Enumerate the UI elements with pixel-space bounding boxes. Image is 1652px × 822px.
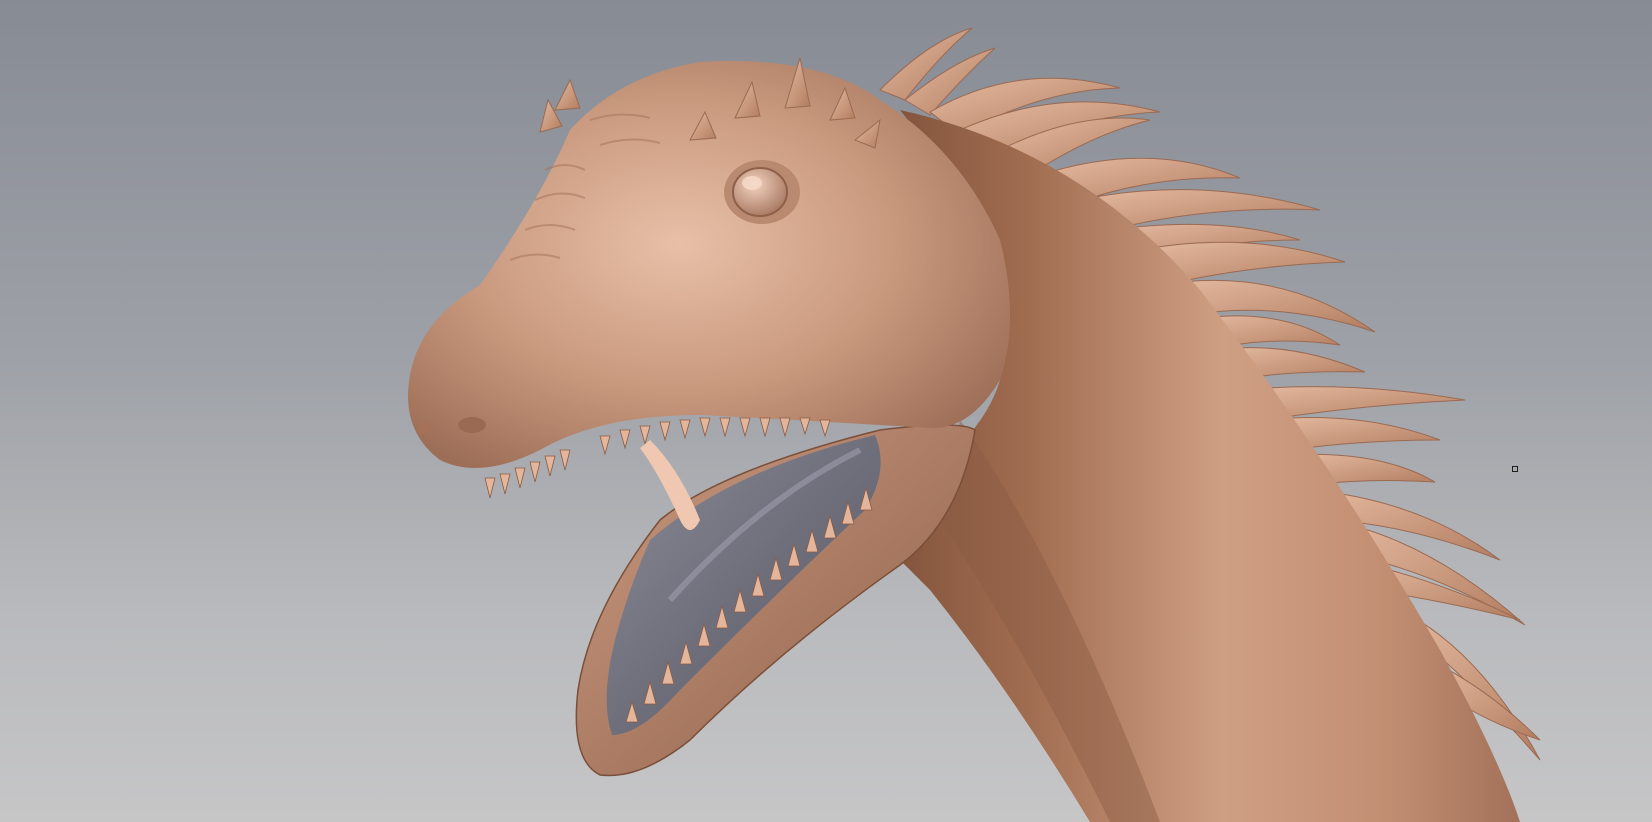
dinosaur-model[interactable] [0,0,1652,822]
nostril [458,417,486,433]
square-handle-icon[interactable] [1512,466,1518,472]
3d-viewport[interactable] [0,0,1652,822]
eye [732,167,788,217]
